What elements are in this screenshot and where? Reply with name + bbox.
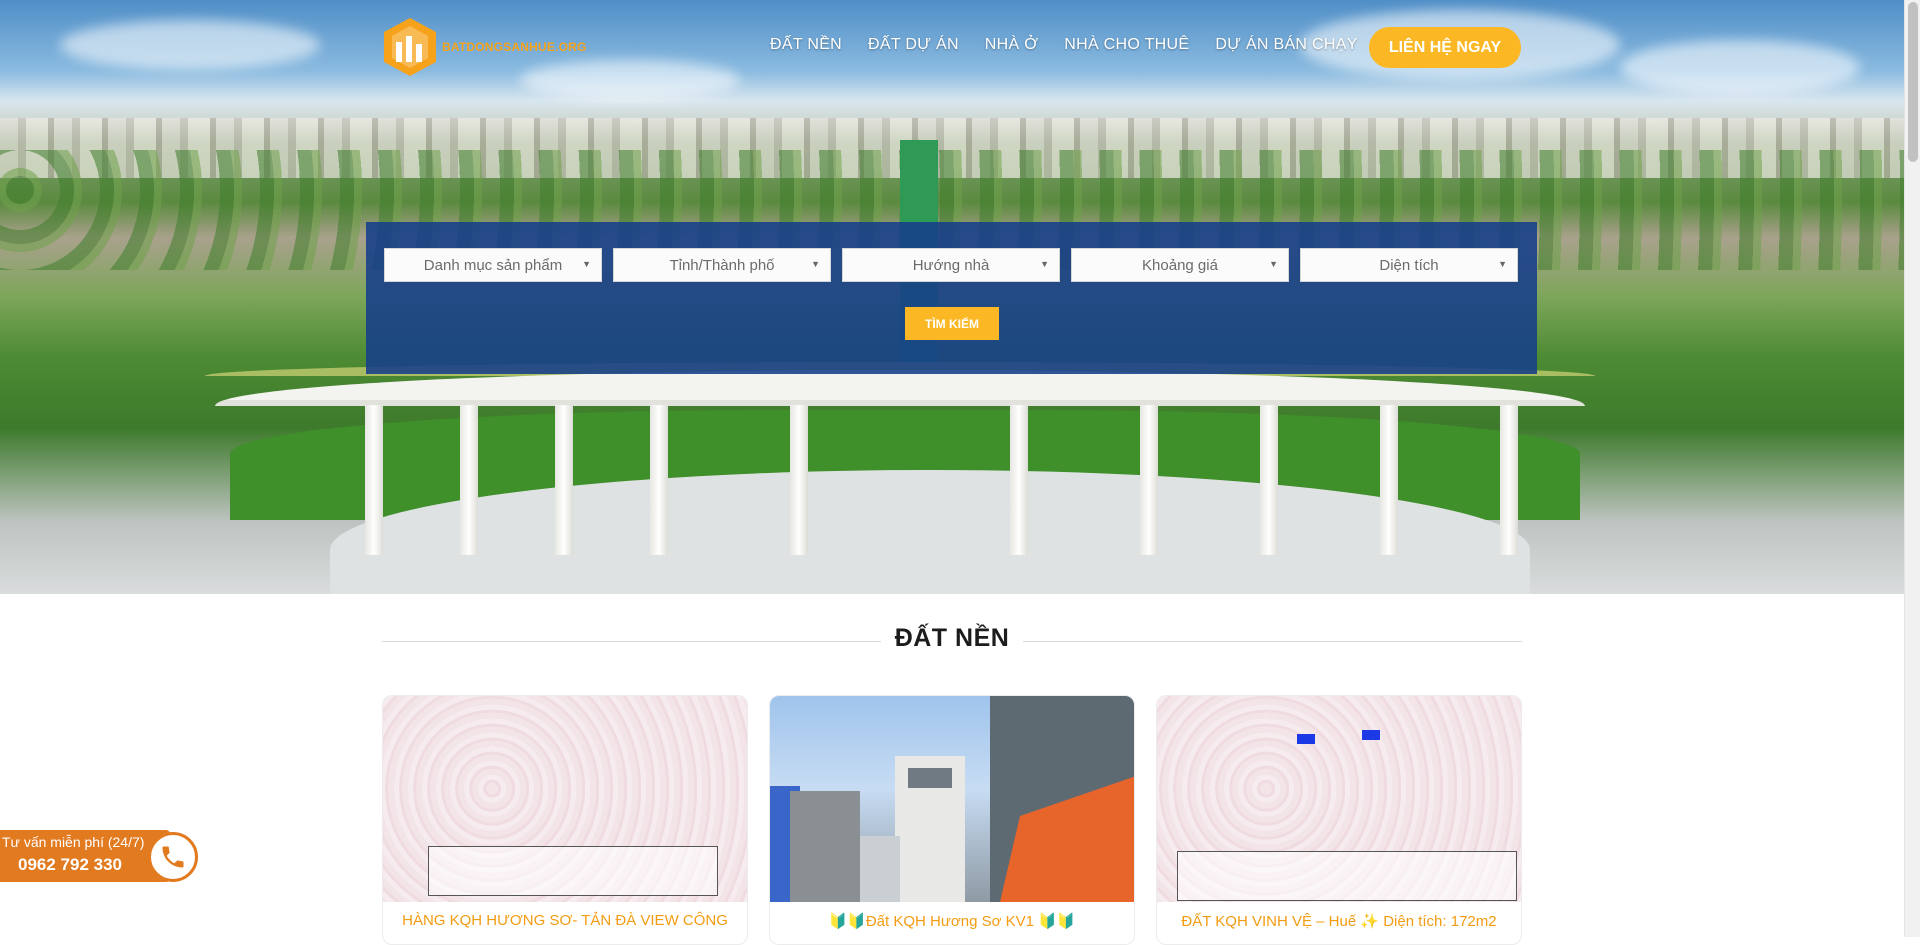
document-table — [1177, 851, 1517, 901]
logo-text: BATDONGSANHUE.ORG — [442, 40, 587, 54]
chevron-down-icon: ▼ — [1498, 259, 1507, 269]
price-range-select[interactable]: Khoảng giá ▼ — [1071, 248, 1289, 282]
area-select-value: Diện tích — [1379, 256, 1439, 274]
direction-select[interactable]: Hướng nhà ▼ — [842, 248, 1060, 282]
listing-title[interactable]: HÀNG KQH HƯƠNG SƠ- TẢN ĐÀ VIEW CÔNG — [383, 912, 747, 929]
listing-card[interactable]: HÀNG KQH HƯƠNG SƠ- TẢN ĐÀ VIEW CÔNG — [382, 695, 748, 945]
phone-icon[interactable] — [148, 832, 198, 882]
document-table — [428, 846, 718, 896]
hotline-number[interactable]: 0962 792 330 — [18, 855, 122, 875]
nav-item-nha-cho-thue[interactable]: NHÀ CHO THUÊ — [1064, 36, 1189, 54]
section-header: ĐẤT NỀN — [382, 624, 1522, 658]
page-scrollbar[interactable] — [1904, 0, 1920, 937]
chevron-down-icon: ▼ — [1040, 259, 1049, 269]
category-select-value: Danh mục sản phẩm — [423, 256, 563, 274]
province-select[interactable]: Tỉnh/Thành phố ▼ — [613, 248, 831, 282]
listing-title[interactable]: 🔰🔰Đất KQH Hương Sơ KV1 🔰🔰 — [770, 912, 1134, 930]
search-panel: Danh mục sản phẩm ▼ Tỉnh/Thành phố ▼ Hướ… — [366, 222, 1537, 374]
listing-card[interactable]: 🔰🔰Đất KQH Hương Sơ KV1 🔰🔰 — [769, 695, 1135, 945]
hotline-widget[interactable]: Tư vấn miễn phí (24/7) 0962 792 330 — [0, 830, 200, 882]
logo-icon — [382, 16, 438, 78]
listing-title[interactable]: ĐẤT KQH VINH VỆ – Huế ✨ Diện tích: 172m2 — [1157, 912, 1521, 930]
listing-card[interactable]: ĐẤT KQH VINH VỆ – Huế ✨ Diện tích: 172m2 — [1156, 695, 1522, 945]
listing-image[interactable] — [1157, 696, 1521, 902]
scrollbar-thumb[interactable] — [1908, 2, 1918, 162]
search-button[interactable]: TÌM KIẾM — [905, 307, 999, 340]
listing-image[interactable] — [770, 696, 1134, 902]
direction-select-value: Hướng nhà — [912, 256, 990, 274]
chevron-down-icon: ▼ — [1269, 259, 1278, 269]
nav-item-du-an-ban-chay[interactable]: DỰ ÁN BÁN CHẠY — [1215, 36, 1357, 54]
province-select-value: Tỉnh/Thành phố — [669, 256, 775, 274]
site-header: BATDONGSANHUE.ORG ĐẤT NỀN ĐẤT DỰ ÁN NHÀ … — [0, 0, 1904, 94]
site-logo[interactable]: BATDONGSANHUE.ORG — [382, 16, 587, 78]
section-title: ĐẤT NỀN — [880, 624, 1024, 652]
category-select[interactable]: Danh mục sản phẩm ▼ — [384, 248, 602, 282]
main-nav: ĐẤT NỀN ĐẤT DỰ ÁN NHÀ Ở NHÀ CHO THUÊ DỰ … — [770, 36, 1358, 54]
area-select[interactable]: Diện tích ▼ — [1300, 248, 1518, 282]
chevron-down-icon: ▼ — [811, 259, 820, 269]
nav-item-dat-du-an[interactable]: ĐẤT DỰ ÁN — [868, 36, 959, 54]
nav-item-dat-nen[interactable]: ĐẤT NỀN — [770, 36, 842, 54]
contact-now-button[interactable]: LIÊN HỆ NGAY — [1369, 27, 1521, 68]
chevron-down-icon: ▼ — [582, 259, 591, 269]
listing-image[interactable] — [383, 696, 747, 902]
hotline-label: Tư vấn miễn phí (24/7) — [2, 834, 145, 850]
price-range-select-value: Khoảng giá — [1142, 256, 1218, 274]
nav-item-nha-o[interactable]: NHÀ Ở — [985, 36, 1038, 54]
